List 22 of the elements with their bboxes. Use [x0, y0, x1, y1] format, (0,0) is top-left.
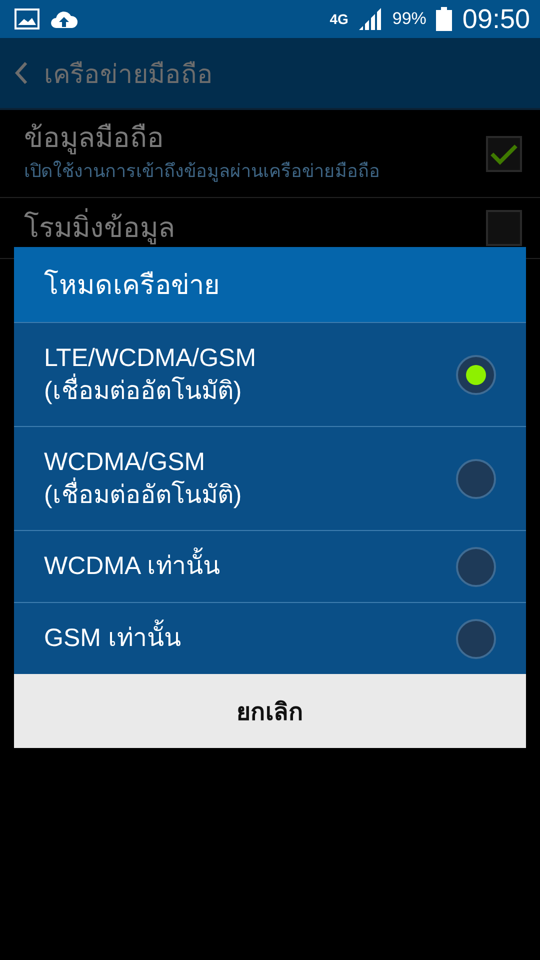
setting-title: ข้อมูลมือถือ: [24, 122, 165, 154]
battery-icon: [436, 7, 452, 31]
signal-icon: [358, 7, 382, 31]
checkbox[interactable]: [486, 210, 522, 246]
gallery-icon: [14, 8, 40, 30]
option-label[interactable]: WCDMA เท่านั้น: [44, 550, 456, 583]
radio-button[interactable]: [456, 354, 496, 394]
screen-title: เครือข่ายมือถือ: [44, 58, 213, 92]
option-label[interactable]: WCDMA/GSM (เชื่อมต่ออัตโนมัติ): [44, 446, 456, 511]
dialog-title: โหมดเครือข่าย: [14, 247, 526, 322]
network-type-label: 4G: [330, 12, 348, 26]
battery-percent: 99%: [392, 9, 426, 29]
setting-summary: เปิดใช้งานการเข้าถึงข้อมูลผ่านเครือข่ายมือถือ: [24, 160, 381, 184]
option-label[interactable]: GSM เท่านั้น: [44, 622, 456, 655]
cancel-button[interactable]: ยกเลิก: [14, 674, 526, 748]
radio-button[interactable]: [456, 546, 496, 586]
option-label[interactable]: LTE/WCDMA/GSM (เชื่อมต่ออัตโนมัติ): [44, 342, 456, 407]
checkbox[interactable]: [486, 136, 522, 172]
clock: 09:50: [462, 4, 530, 34]
back-icon[interactable]: [14, 61, 28, 85]
radio-button[interactable]: [456, 458, 496, 498]
radio-button[interactable]: [456, 618, 496, 658]
